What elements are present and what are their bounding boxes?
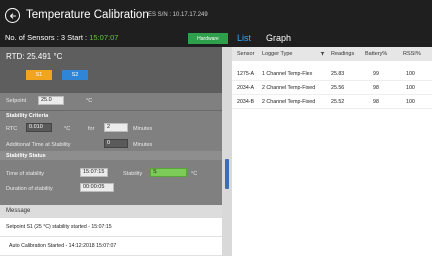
stability-label: Stability <box>123 171 143 177</box>
cell-rssi: 100 <box>406 71 415 77</box>
additional-time-label: Additional Time at Stability <box>6 142 71 148</box>
rtd-readout: RTD: 25.491 °C <box>6 52 62 61</box>
table-row[interactable]: 1275-A 1 Channel Temp-Flex 25.83 99 100 <box>232 67 432 81</box>
rtc-label: RTC <box>6 126 18 132</box>
list-item: Auto Calibration Started - 14:12:2018 15… <box>0 237 222 256</box>
cell-sensor: 2034-B <box>237 99 255 105</box>
cell-rssi: 100 <box>406 99 415 105</box>
column-header-battery[interactable]: Battery% <box>365 51 387 57</box>
filter-icon[interactable] <box>320 51 325 56</box>
hardware-button[interactable]: Hardware <box>188 33 228 44</box>
back-button[interactable] <box>5 8 20 23</box>
sensor-table: Sensor Logger Type Readings Battery% RSS… <box>232 47 432 256</box>
panel-scrollbar[interactable] <box>222 47 232 256</box>
divider <box>0 110 222 111</box>
column-header-rssi[interactable]: RSSI% <box>403 51 421 57</box>
tab-list[interactable]: List <box>237 33 251 43</box>
table-row[interactable]: 2034-B 2 Channel Temp-Fixed 25.52 98 100 <box>232 95 432 109</box>
cell-sensor: 2034-A <box>237 85 255 91</box>
additional-time-input[interactable]: 0 <box>104 139 128 148</box>
for-label: for <box>88 126 95 132</box>
start-time: 15:07:07 <box>89 33 119 42</box>
app-title: Temperature Calibration <box>26 9 149 21</box>
list-item: Setpoint S1 (25 °C) stability started - … <box>0 218 222 237</box>
cell-sensor: 1275-A <box>237 71 255 77</box>
minutes-label: Minutes <box>133 126 153 132</box>
duration-label: Duration of stability <box>6 186 53 192</box>
cell-readings: 25.83 <box>331 71 345 77</box>
cell-battery: 98 <box>373 85 379 91</box>
rtd-section: RTD: 25.491 °C S1 S2 <box>0 47 222 93</box>
tab-graph[interactable]: Graph <box>266 33 291 43</box>
cell-rssi: 100 <box>406 85 415 91</box>
sensor-count-info: No. of Sensors : 3 Start : 15:07:07 <box>5 33 118 42</box>
additional-time-unit: Minutes <box>133 142 153 148</box>
stability-status-title: Stability Status <box>6 153 46 159</box>
column-header-logger-type[interactable]: Logger Type <box>262 51 292 57</box>
message-header-label: Message <box>6 208 31 214</box>
arrow-left-icon <box>9 12 16 19</box>
duration-field: 00:00:05 <box>80 183 114 192</box>
table-header: Sensor Logger Type Readings Battery% RSS… <box>232 47 432 61</box>
sensor-count-label: No. of Sensors : 3 <box>5 33 66 42</box>
rtc-input[interactable]: 0.010 <box>26 123 52 132</box>
setpoint-input[interactable]: 25.0 <box>38 96 64 105</box>
calibration-panel: RTD: 25.491 °C S1 S2 Setpoint 25.0 °C St… <box>0 47 222 256</box>
cell-readings: 25.56 <box>331 85 345 91</box>
setpoint-s1-button[interactable]: S1 <box>26 70 52 80</box>
cell-readings: 25.52 <box>331 99 345 105</box>
rtd-value: 25.491 °C <box>26 52 63 61</box>
stability-criteria-title: Stability Criteria <box>6 113 49 119</box>
serial-number: ES S/N : 10.17.17.249 <box>148 12 208 18</box>
message-text: Setpoint S1 (25 °C) stability started - … <box>6 224 112 230</box>
title-bar: Temperature Calibration ES S/N : 10.17.1… <box>0 0 432 31</box>
stability-indicator: S <box>150 168 187 177</box>
message-header: Message <box>0 205 222 218</box>
stability-unit: °C <box>191 171 198 177</box>
cell-battery: 98 <box>373 99 379 105</box>
cell-logger-type: 2 Channel Temp-Fixed <box>262 99 316 105</box>
column-header-sensor[interactable]: Sensor <box>237 51 254 57</box>
rtc-unit: °C <box>64 126 71 132</box>
time-of-stability-field: 15:07:15 <box>80 168 108 177</box>
cell-logger-type: 1 Channel Temp-Flex <box>262 71 313 77</box>
message-text: Auto Calibration Started - 14:12:2018 15… <box>9 243 117 249</box>
table-row[interactable]: 2034-A 2 Channel Temp-Fixed 25.56 98 100 <box>232 81 432 95</box>
setpoint-label: Setpoint <box>6 98 27 104</box>
scrollbar-thumb[interactable] <box>225 159 229 189</box>
message-list: Setpoint S1 (25 °C) stability started - … <box>0 218 222 256</box>
time-of-stability-label: Time of stability <box>6 171 45 177</box>
setpoint-s2-button[interactable]: S2 <box>62 70 88 80</box>
start-label: Start : <box>67 33 88 42</box>
cell-battery: 99 <box>373 71 379 77</box>
rtd-label: RTD: <box>6 52 25 61</box>
minutes-input[interactable]: 2 <box>104 123 128 132</box>
setpoint-unit: °C <box>86 98 93 104</box>
cell-logger-type: 2 Channel Temp-Fixed <box>262 85 316 91</box>
column-header-readings[interactable]: Readings <box>331 51 354 57</box>
